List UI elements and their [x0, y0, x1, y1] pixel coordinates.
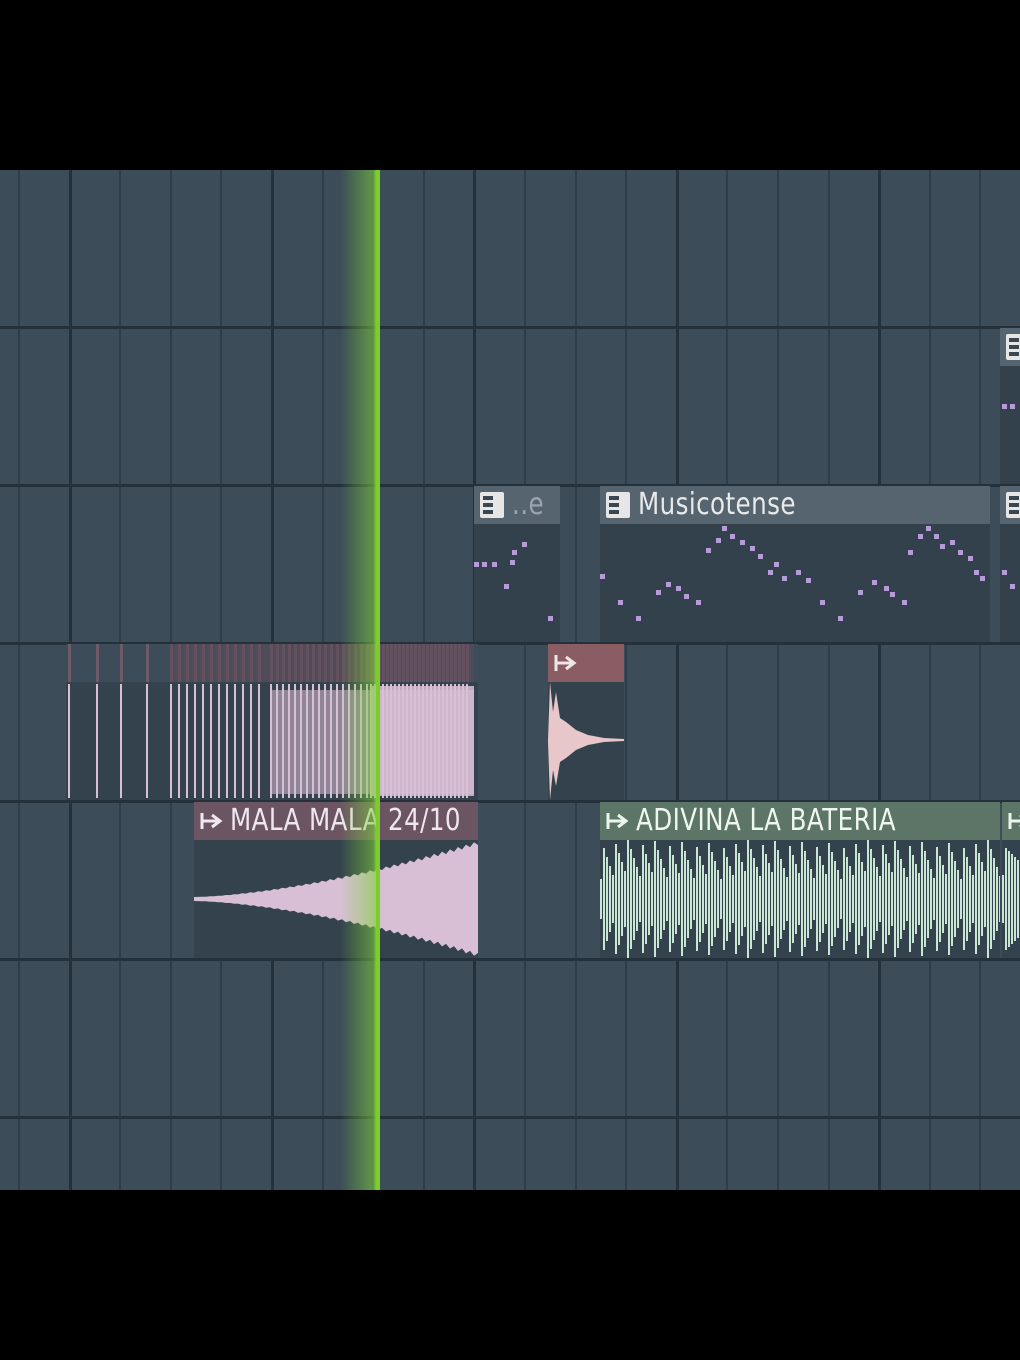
- audio-clip-drum-hits[interactable]: [66, 644, 478, 800]
- pattern-clip-musicotense[interactable]: Musicotense: [600, 486, 990, 642]
- audio-clip-body: [194, 840, 478, 958]
- audio-clip-body: [66, 682, 478, 800]
- audio-clip-short-hit[interactable]: [548, 644, 624, 800]
- piano-icon: [1006, 334, 1020, 360]
- audio-clip-adivina[interactable]: ADIVINA LA BATERIA: [600, 802, 1000, 958]
- pattern-clip-header[interactable]: [1000, 486, 1020, 524]
- waveform: [68, 684, 474, 798]
- piano-icon: [1006, 492, 1020, 518]
- waveform: [1002, 848, 1019, 950]
- pattern-clip-body: [474, 524, 560, 642]
- pattern-clip-header[interactable]: Musicotense: [600, 486, 990, 524]
- piano-icon: [606, 492, 630, 518]
- clip-label: Musicotense: [638, 487, 796, 522]
- clip-label: ADIVINA LA BATERIA: [636, 803, 897, 838]
- waveform: [194, 842, 478, 956]
- playhead[interactable]: [340, 170, 384, 1190]
- audio-clip-body: [1002, 840, 1020, 958]
- slice-markers: [68, 644, 474, 682]
- pattern-clip-edge[interactable]: [1000, 486, 1020, 642]
- audio-clip-edge[interactable]: [1002, 802, 1020, 958]
- note-preview: [600, 526, 985, 621]
- audio-clip-icon: [200, 813, 223, 829]
- audio-clip-icon: [1008, 813, 1020, 829]
- audio-clip-icon: [606, 813, 629, 829]
- audio-clip-header[interactable]: MALA MALA 24/10: [194, 802, 478, 840]
- audio-clip-header[interactable]: [548, 644, 624, 682]
- audio-clip-body: [600, 840, 1000, 958]
- waveform: [600, 840, 1000, 958]
- pattern-clip-header[interactable]: ..e: [474, 486, 560, 524]
- pattern-clip-body: [600, 524, 990, 642]
- note-preview: [474, 542, 553, 621]
- pattern-clip-body: [1000, 366, 1020, 484]
- audio-clip-mala-mala[interactable]: MALA MALA 24/10: [194, 802, 478, 958]
- note-preview: [1002, 404, 1015, 409]
- pattern-clip[interactable]: ..e: [474, 486, 560, 642]
- piano-icon: [480, 492, 504, 518]
- waveform: [548, 682, 624, 800]
- pattern-clip-header[interactable]: [1000, 328, 1020, 366]
- audio-clip-header[interactable]: [1002, 802, 1020, 840]
- audio-clip-icon: [554, 655, 577, 671]
- note-preview: [1002, 570, 1015, 589]
- pattern-clip-edge[interactable]: [1000, 328, 1020, 484]
- clip-label: ..e: [512, 487, 545, 522]
- audio-clip-body: [548, 682, 624, 800]
- playlist-area[interactable]: ..e Musicotense MALA 24/10 ADIVINA LA BA…: [0, 170, 1020, 1190]
- pattern-clip-body: [1000, 524, 1020, 642]
- audio-clip-header[interactable]: [66, 644, 478, 682]
- audio-clip-header[interactable]: ADIVINA LA BATERIA: [600, 802, 1000, 840]
